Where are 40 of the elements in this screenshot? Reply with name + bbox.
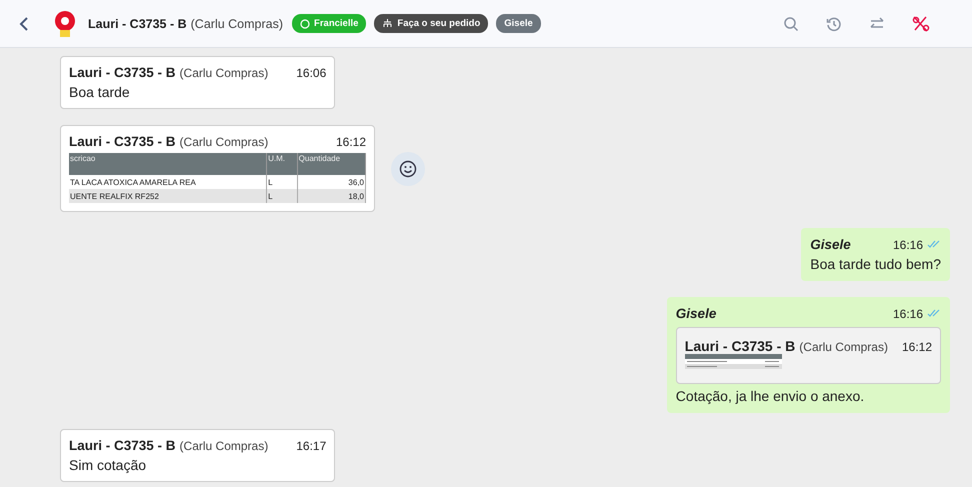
column-header: scricao (69, 153, 267, 175)
message-time: 16:12 (900, 340, 932, 354)
sender-company: (Carlu Compras) (799, 340, 888, 354)
message-time: 16:16 (892, 307, 923, 321)
message-text: Sim cotação (69, 457, 148, 473)
emoji-button[interactable] (391, 152, 425, 186)
logo-icon (52, 8, 78, 38)
scissors-icon[interactable] (912, 14, 930, 32)
message-time: 16:17 (295, 439, 326, 453)
column-header: Quantidade (297, 153, 366, 175)
sender-name: Lauri - C3735 - B (69, 438, 176, 453)
column-header: U.M. (266, 153, 298, 175)
contact-name: Lauri - C3735 - B (88, 16, 187, 30)
contact-company: (Carlu Compras) (190, 16, 284, 30)
sender-company: (Carlu Compras) (180, 439, 268, 453)
message-text: Cotação, ja lhe envio o anexo. (676, 388, 866, 404)
sender-name: Lauri - C3735 - B (69, 134, 176, 149)
message-time: 16:06 (295, 66, 326, 80)
history-icon[interactable] (826, 16, 842, 32)
smiley-icon (399, 160, 417, 178)
sender-name: Gisele (676, 306, 716, 321)
message-text: Boa tarde (69, 84, 131, 100)
sender-company: (Carlu Compras) (180, 66, 268, 80)
sender-name: Lauri - C3735 - B (69, 65, 176, 80)
message-time: 16:12 (334, 135, 366, 149)
sender-company: (Carlu Compras) (180, 135, 268, 149)
table-cell: 18,0 (297, 189, 366, 203)
message-text: Boa tarde tudo bem? (810, 256, 941, 272)
chat-icon (300, 18, 310, 28)
back-icon[interactable] (18, 16, 30, 32)
hierarchy-icon (382, 18, 394, 29)
sender-name: Gisele (810, 237, 851, 252)
table-cell: UENTE REALFIX RF252 (69, 189, 267, 203)
table-cell: L (266, 189, 298, 203)
tag[interactable]: Faça o seu pedido (374, 14, 488, 33)
message-time: 16:16 (892, 238, 923, 252)
quoted-message[interactable]: Lauri - C3735 - B (Carlu Compras) 16:12 (676, 327, 941, 384)
search-icon[interactable] (783, 16, 799, 32)
sender-name: Lauri - C3735 - B (684, 338, 796, 354)
tag[interactable]: Gisele (496, 14, 541, 33)
